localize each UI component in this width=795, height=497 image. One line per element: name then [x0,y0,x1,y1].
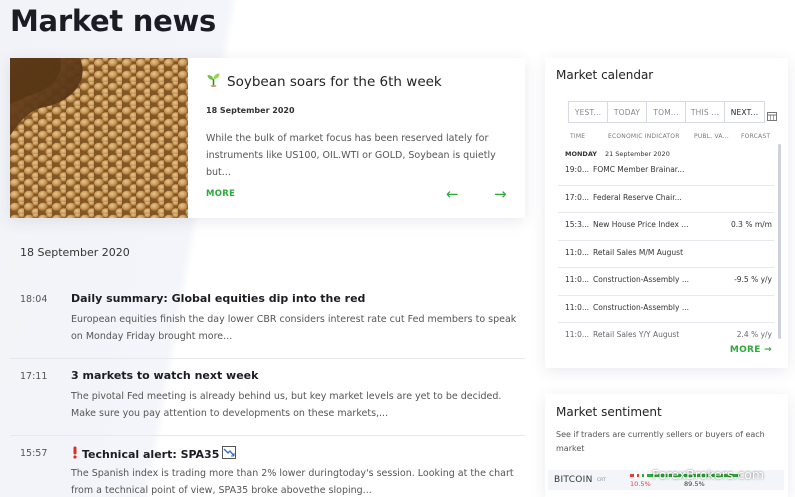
event-forecast: 2.4 % y/y [736,330,772,339]
news-title[interactable]: 3 markets to watch next week [71,369,258,382]
event-name: Retail Sales Y/Y August [593,330,680,339]
calendar-row[interactable]: 11:0... Construction-Assembly ... [558,296,774,323]
event-time: 11:0... [565,330,589,339]
event-time: 11:0... [565,275,589,284]
arrow-right-icon[interactable]: → [494,185,507,203]
featured-article-date: 18 September 2020 [206,106,295,115]
sprout-icon [206,72,221,91]
event-time: 17:0... [565,192,589,202]
calendar-day-label: MONDAY 21 September 2020 [565,150,670,158]
calendar-row[interactable]: 11:0... Construction-Assembly ... -9.5 % y… [558,268,774,296]
calendar-rows: 19:0... FOMC Member Brainar... 17:0... Fed… [558,158,774,351]
exclamation-icon [71,446,79,462]
market-sentiment-title: Market sentiment [556,405,662,419]
event-name: Federal Reserve Chair... [593,192,682,202]
header-indicator: ECONOMIC INDICATOR [608,133,680,140]
tab-next-week[interactable]: NEXT... [725,102,764,122]
event-name: FOMC Member Brainar... [593,165,685,174]
forexbrokers-watermark: ForexBrokers.com [633,466,764,483]
market-calendar-title: Market calendar [556,68,654,82]
calendar-weekday: MONDAY [565,150,597,158]
market-calendar-panel: Market calendar YEST... TODAY TOM... THI… [545,58,788,368]
event-name: Retail Sales M/M August [593,247,684,257]
event-name: Construction-Assembly ... [593,302,689,312]
arrow-left-icon[interactable]: ← [446,185,459,203]
tab-today[interactable]: TODAY [608,102,647,122]
featured-more-link[interactable]: MORE [206,189,235,199]
news-time: 15:57 [20,448,48,459]
calendar-row[interactable]: 15:3... New House Price Index ... 0.3 % m/… [558,213,774,241]
news-excerpt: The pivotal Fed meeting is already behin… [71,391,502,419]
featured-article-title[interactable]: Soybean soars for the 6th week [206,72,442,91]
market-sentiment-description: See if traders are currently sellers or … [556,430,765,453]
featured-article-card[interactable]: Soybean soars for the 6th week 18 Septem… [10,58,525,218]
featured-article-title-text: Soybean soars for the 6th week [227,73,442,90]
tab-this-week[interactable]: THIS ... [686,102,725,122]
calendar-icon[interactable] [767,106,777,121]
sentiment-symbol: BITCOIN [554,475,593,485]
news-excerpt: European equities finish the day lower C… [71,314,517,342]
header-previous: PUBL. VA... [694,133,729,140]
event-name: Construction-Assembly ... [593,275,689,284]
header-forecast: FORCAST [741,133,771,140]
sentiment-category: CRT [597,478,606,483]
news-date-heading: 18 September 2020 [20,246,130,259]
chart-icon [222,446,237,462]
news-list: 18:04 Daily summary: Global equities dip… [10,282,525,497]
event-forecast: 0.3 % m/m [731,220,772,229]
calendar-day-date: 21 September 2020 [604,150,670,158]
event-name: New House Price Index ... [593,220,689,229]
news-title-text: Technical alert: SPA35 [82,447,220,461]
calendar-row[interactable]: 19:0... FOMC Member Brainar... [558,158,774,186]
soybean-image [10,58,188,218]
tab-yesterday[interactable]: YEST... [569,102,608,122]
tab-tomorrow[interactable]: TOM... [647,102,686,122]
news-excerpt: The Spanish index is trading more than 2… [71,468,514,496]
calendar-row[interactable]: 11:0... Retail Sales M/M August [558,241,774,268]
news-title[interactable]: Technical alert: SPA35 [71,446,237,462]
news-item[interactable]: 15:57 Technical alert: SPA35 The Spanish… [10,436,525,497]
calendar-tabs: YEST... TODAY TOM... THIS ... NEXT... [568,101,765,123]
news-item[interactable]: 17:11 3 markets to watch next week The p… [10,359,525,436]
news-time: 18:04 [20,294,48,305]
news-item[interactable]: 18:04 Daily summary: Global equities dip… [10,282,525,359]
calendar-scrollbar[interactable] [778,144,781,339]
calendar-more-link[interactable]: MORE → [730,345,772,355]
page-title: Market news [10,4,216,38]
news-title[interactable]: Daily summary: Global equities dip into … [71,292,365,305]
news-title-text: 3 markets to watch next week [71,369,259,382]
header-time: TIME [570,133,586,140]
news-time: 17:11 [20,371,48,382]
calendar-row[interactable]: 17:0... Federal Reserve Chair... [558,186,774,213]
forexbrokers-logo-icon [633,466,649,483]
event-time: 15:3... [565,220,589,229]
event-time: 11:0... [565,302,589,312]
event-time: 19:0... [565,165,589,174]
watermark-text: ForexBrokers.com [652,467,765,482]
event-time: 11:0... [565,247,589,257]
featured-article-description: While the bulk of market focus has been … [206,133,496,178]
event-forecast: -9.5 % y/y [734,275,772,284]
news-title-text: Daily summary: Global equities dip into … [71,292,366,305]
